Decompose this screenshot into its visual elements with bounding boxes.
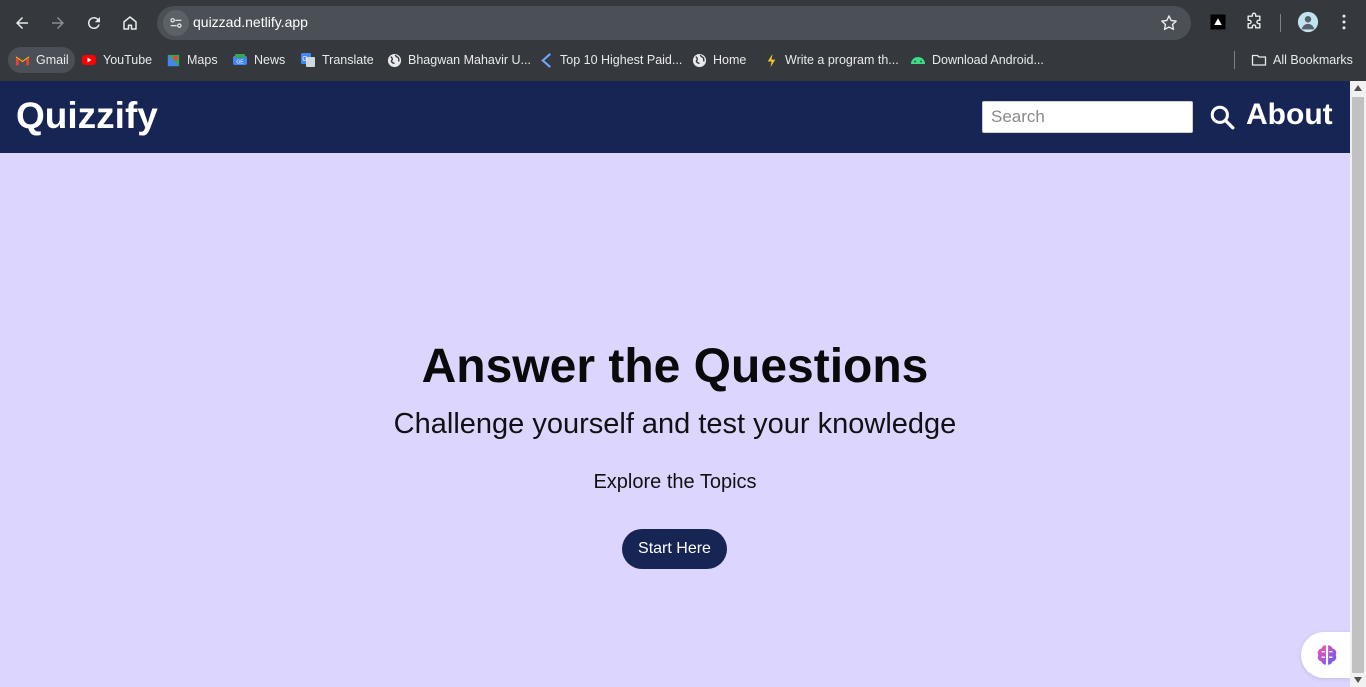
about-link[interactable]: About [1246, 98, 1333, 132]
reload-icon [87, 17, 100, 30]
bolt-icon [763, 52, 779, 68]
explore-topics-text: Explore the Topics [593, 471, 757, 493]
avatar-icon [1297, 11, 1319, 33]
youtube-icon [81, 52, 97, 68]
profile-avatar[interactable] [1296, 10, 1320, 34]
puzzle-icon [1247, 12, 1261, 29]
reload-button[interactable] [80, 9, 108, 37]
scroll-up-arrow[interactable] [1354, 85, 1362, 91]
bookmark-home[interactable]: Home [685, 47, 752, 73]
translate-icon: G [300, 52, 316, 68]
bookmark-news[interactable]: GE News [226, 47, 291, 73]
kebab-menu-icon [1342, 14, 1346, 30]
globe-icon [386, 52, 402, 68]
svg-text:GE: GE [236, 60, 244, 66]
folder-icon [1251, 52, 1267, 68]
browser-toolbar: quizzad.netlify.app [0, 0, 1366, 44]
bookmark-download-android[interactable]: Download Android... [904, 47, 1050, 73]
star-icon[interactable] [1159, 13, 1179, 33]
maps-icon [165, 52, 181, 68]
site-info-button[interactable] [163, 10, 189, 36]
page-scrollbar[interactable] [1350, 81, 1366, 687]
news-icon: GE [232, 52, 248, 68]
extension-triangle-icon [1210, 14, 1226, 30]
forward-button[interactable] [44, 9, 72, 37]
gmail-icon [14, 52, 30, 68]
home-button[interactable] [116, 9, 144, 37]
brand-logo[interactable]: Quizzify [16, 95, 158, 137]
bookmark-top-10-highest-paid[interactable]: Top 10 Highest Paid... [532, 47, 688, 73]
search-input[interactable] [982, 101, 1193, 133]
scroll-down-arrow[interactable] [1354, 677, 1362, 683]
kotlin-icon [538, 52, 554, 68]
brain-icon [1317, 645, 1337, 665]
arrow-left-icon [16, 17, 28, 29]
bookmark-translate[interactable]: G Translate [294, 47, 380, 73]
page-content: Quizzify About Answer the Questions Chal… [0, 81, 1353, 687]
home-icon [123, 16, 137, 30]
extensions-menu-button[interactable] [1242, 10, 1266, 34]
url-text[interactable]: quizzad.netlify.app [193, 14, 308, 30]
bookmarks-separator [1234, 51, 1235, 69]
browser-menu-button[interactable] [1332, 10, 1356, 34]
svg-text:G: G [302, 56, 307, 63]
extension-button[interactable] [1206, 10, 1230, 34]
bookmark-youtube[interactable]: YouTube [75, 47, 158, 73]
search-button[interactable] [1209, 103, 1235, 131]
start-here-button[interactable]: Start Here [622, 529, 727, 569]
android-icon [910, 52, 926, 68]
address-bar[interactable]: quizzad.netlify.app [157, 6, 1191, 40]
scroll-thumb[interactable] [1352, 97, 1364, 673]
toolbar-separator [1280, 14, 1281, 32]
bookmark-write-a-program[interactable]: Write a program th... [757, 47, 905, 73]
site-header: Quizzify About [0, 81, 1350, 153]
tune-icon [170, 18, 182, 28]
bookmark-gmail[interactable]: Gmail [8, 47, 75, 73]
hero-subtitle: Challenge yourself and test your knowled… [393, 408, 957, 440]
floating-assistant-button[interactable] [1301, 632, 1353, 678]
back-button[interactable] [8, 9, 36, 37]
arrow-right-icon [52, 17, 64, 29]
search-icon [1210, 105, 1235, 130]
bookmarks-bar: Gmail YouTube Maps GE News G Translate B… [0, 46, 1366, 74]
hero-title: Answer the Questions [421, 340, 929, 393]
bookmark-bhagwan-mahavir[interactable]: Bhagwan Mahavir U... [380, 47, 537, 73]
all-bookmarks-button[interactable]: All Bookmarks [1245, 47, 1359, 73]
bookmark-maps[interactable]: Maps [159, 47, 224, 73]
globe-icon [691, 52, 707, 68]
